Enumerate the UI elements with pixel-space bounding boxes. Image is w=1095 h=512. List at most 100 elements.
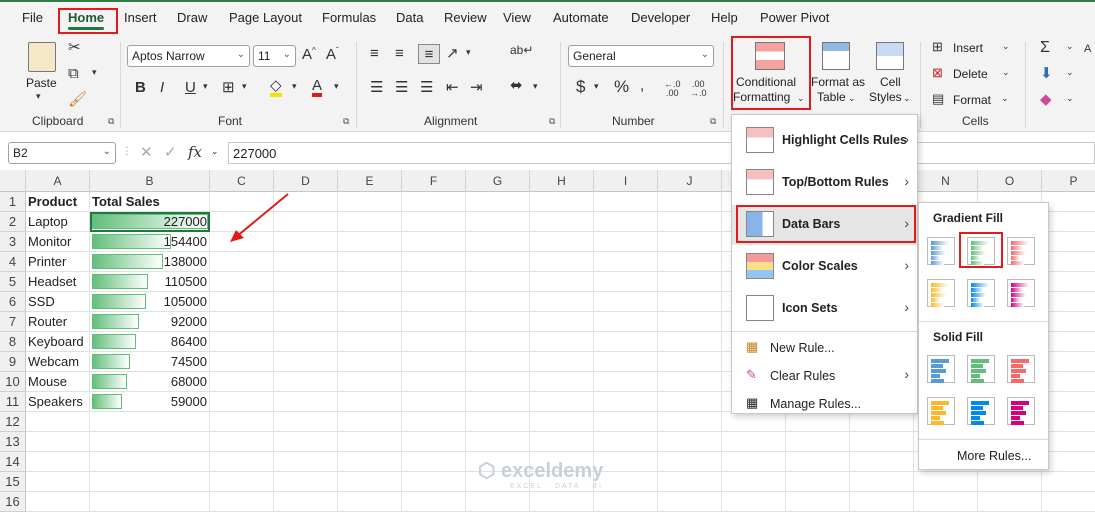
cell[interactable] — [466, 232, 530, 252]
underline-button[interactable]: U — [185, 80, 196, 95]
align-center-icon[interactable]: ☰ — [395, 80, 408, 95]
borders-dropdown-icon[interactable]: ▾ — [242, 82, 247, 91]
gradient-swatch-5[interactable] — [967, 279, 995, 307]
enter-icon[interactable]: ✓ — [164, 145, 177, 160]
tab-developer[interactable]: Developer — [631, 10, 690, 25]
cell[interactable] — [26, 452, 90, 472]
gradient-swatch-2[interactable] — [967, 237, 995, 265]
column-header-j[interactable]: J — [658, 170, 722, 192]
number-format-combo[interactable]: General ⌄ — [568, 45, 714, 67]
menu-item-manage-rules[interactable]: ▦ Manage Rules... — [732, 391, 917, 417]
more-rules-link[interactable]: More Rules... — [957, 449, 1031, 463]
increase-indent-icon[interactable]: ⇥ — [470, 80, 483, 95]
cell[interactable] — [338, 432, 402, 452]
paste-dropdown-icon[interactable]: ▾ — [36, 92, 41, 101]
fill-icon[interactable]: ⬇ — [1040, 66, 1053, 81]
cell[interactable] — [210, 372, 274, 392]
cell[interactable] — [90, 452, 210, 472]
orientation-dropdown-icon[interactable]: ▾ — [466, 48, 471, 57]
cell[interactable] — [1042, 452, 1095, 472]
cell[interactable] — [402, 472, 466, 492]
cell[interactable] — [210, 292, 274, 312]
cell[interactable] — [274, 432, 338, 452]
cell[interactable] — [594, 392, 658, 412]
column-header-h[interactable]: H — [530, 170, 594, 192]
cell[interactable] — [658, 372, 722, 392]
cell[interactable] — [274, 452, 338, 472]
menu-item-highlight-cells[interactable]: Highlight Cells Rules › — [732, 121, 917, 161]
font-size-combo[interactable]: 11 ⌄ — [253, 45, 296, 67]
cell[interactable] — [530, 272, 594, 292]
tab-help[interactable]: Help — [711, 10, 738, 25]
row-header-4[interactable]: 4 — [0, 252, 26, 272]
merge-dropdown-icon[interactable]: ▾ — [533, 82, 538, 91]
font-launcher-icon[interactable]: ⧉ — [343, 116, 349, 127]
format-as-table-label-2[interactable]: Table — [817, 90, 846, 105]
cell[interactable] — [658, 312, 722, 332]
cell[interactable] — [722, 492, 786, 512]
cell[interactable] — [530, 292, 594, 312]
cell[interactable] — [722, 452, 786, 472]
tab-home[interactable]: Home — [68, 10, 105, 30]
cell[interactable] — [402, 352, 466, 372]
cell[interactable] — [594, 212, 658, 232]
cell[interactable] — [850, 452, 914, 472]
cell[interactable] — [594, 352, 658, 372]
cell-b1[interactable]: Total Sales — [90, 192, 210, 212]
decrease-font-icon[interactable]: Aˇ — [326, 47, 339, 63]
cell[interactable] — [658, 252, 722, 272]
cell[interactable] — [402, 392, 466, 412]
cell[interactable] — [1042, 392, 1095, 412]
cell[interactable] — [530, 432, 594, 452]
gradient-swatch-1[interactable] — [927, 237, 955, 265]
column-header-n[interactable]: N — [914, 170, 978, 192]
number-launcher-icon[interactable]: ⧉ — [710, 116, 716, 127]
menu-item-color-scales[interactable]: Color Scales › — [732, 247, 917, 287]
cell[interactable] — [338, 272, 402, 292]
cell[interactable] — [210, 272, 274, 292]
cell[interactable] — [466, 292, 530, 312]
cell[interactable] — [594, 292, 658, 312]
cell[interactable] — [1042, 472, 1095, 492]
cell[interactable] — [26, 492, 90, 512]
cell[interactable] — [466, 432, 530, 452]
menu-item-top-bottom[interactable]: Top/Bottom Rules › — [732, 163, 917, 203]
conditional-formatting-icon[interactable] — [755, 42, 785, 70]
tab-automate[interactable]: Automate — [553, 10, 609, 25]
cell-sales[interactable]: 138000 — [90, 252, 210, 272]
cell[interactable] — [274, 412, 338, 432]
cell[interactable] — [338, 392, 402, 412]
cell[interactable] — [90, 492, 210, 512]
column-header-a[interactable]: A — [26, 170, 90, 192]
cell[interactable] — [466, 492, 530, 512]
align-right-icon[interactable]: ☰ — [420, 80, 433, 95]
comma-style-icon[interactable]: , — [640, 78, 644, 93]
cell[interactable] — [210, 332, 274, 352]
row-header-7[interactable]: 7 — [0, 312, 26, 332]
cell-styles-icon[interactable] — [876, 42, 904, 70]
format-as-table-label-1[interactable]: Format as — [811, 75, 865, 90]
name-box[interactable]: B2 ⌄ — [8, 142, 116, 164]
solid-swatch-5[interactable] — [967, 397, 995, 425]
cell[interactable] — [274, 492, 338, 512]
cell[interactable] — [466, 252, 530, 272]
cell[interactable] — [26, 472, 90, 492]
cell[interactable] — [1042, 272, 1095, 292]
cell[interactable] — [274, 292, 338, 312]
cell[interactable] — [338, 452, 402, 472]
format-cells-button[interactable]: Format — [953, 93, 991, 108]
tab-draw[interactable]: Draw — [177, 10, 207, 25]
cell-product[interactable]: Speakers — [26, 392, 90, 412]
cell[interactable] — [594, 452, 658, 472]
cell[interactable] — [338, 472, 402, 492]
menu-item-new-rule[interactable]: ▦ New Rule... — [732, 335, 917, 361]
cell[interactable] — [210, 412, 274, 432]
cell-styles-label-2[interactable]: Styles — [869, 90, 902, 105]
cell[interactable] — [1042, 232, 1095, 252]
row-header-6[interactable]: 6 — [0, 292, 26, 312]
cell-product[interactable]: Webcam — [26, 352, 90, 372]
cell[interactable] — [210, 452, 274, 472]
cell[interactable] — [530, 192, 594, 212]
column-header-e[interactable]: E — [338, 170, 402, 192]
cell[interactable] — [530, 212, 594, 232]
